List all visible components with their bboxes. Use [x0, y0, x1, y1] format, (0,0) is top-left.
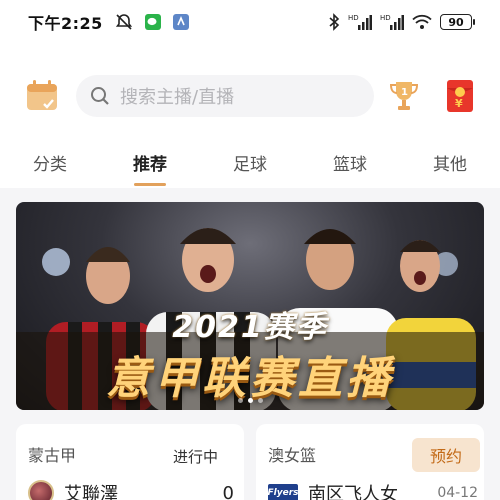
signal-1-tag: HD — [348, 14, 359, 22]
category-tabs: 分类 推荐 足球 篮球 其他 — [0, 142, 500, 188]
team-row: Flyers 南区飞人女 04-12 — [268, 480, 478, 500]
match-card-live[interactable]: 蒙古甲 进行中 艾聯澤 0 — [16, 424, 244, 500]
search-icon — [90, 86, 110, 106]
book-button[interactable]: 预约 — [412, 438, 480, 472]
signal-icon-2: HD — [380, 13, 404, 31]
carousel-indicator — [16, 398, 484, 403]
carousel-dot[interactable] — [257, 398, 263, 403]
mute-notification-icon — [115, 13, 133, 31]
svg-text:¥: ¥ — [455, 97, 463, 110]
league-name: 蒙古甲 — [28, 446, 77, 465]
status-bar: 下午2:25 HD HD 90 — [0, 0, 500, 44]
tab-football[interactable]: 足球 — [200, 142, 300, 188]
svg-text:1: 1 — [401, 87, 408, 98]
league-name: 澳女篮 — [268, 446, 317, 465]
signal-2-tag: HD — [380, 14, 391, 22]
wechat-icon — [144, 14, 161, 30]
team-name: 艾聯澤 — [64, 484, 118, 500]
calendar-icon[interactable] — [24, 78, 60, 114]
bluetooth-icon — [328, 13, 340, 31]
battery-indicator: 90 — [440, 14, 475, 30]
team-score: 0 — [222, 482, 234, 500]
tab-category[interactable]: 分类 — [0, 142, 100, 188]
promo-banner[interactable]: 2021赛季 意甲联赛直播 — [16, 202, 484, 410]
search-box[interactable]: 搜索主播/直播 — [76, 75, 374, 117]
header-row: 搜索主播/直播 1 ¥ — [0, 72, 500, 120]
banner-season-title: 2021赛季 — [172, 310, 328, 345]
match-date: 04-12 — [437, 485, 478, 500]
team-logo-icon — [28, 480, 54, 500]
team-row: 艾聯澤 0 — [28, 480, 238, 500]
signal-icon-1: HD — [348, 13, 372, 31]
tab-basketball[interactable]: 篮球 — [300, 142, 400, 188]
carousel-dot-active[interactable] — [247, 398, 253, 403]
status-time: 下午2:25 — [28, 14, 103, 33]
search-placeholder: 搜索主播/直播 — [120, 87, 235, 108]
app-notification-icon — [172, 14, 189, 30]
trophy-icon[interactable]: 1 — [388, 79, 420, 113]
tab-other[interactable]: 其他 — [400, 142, 500, 188]
match-card-upcoming[interactable]: 澳女篮 预约 Flyers 南区飞人女 04-12 — [256, 424, 484, 500]
carousel-dot[interactable] — [237, 398, 243, 403]
team-logo-icon: Flyers — [268, 484, 299, 500]
red-envelope-icon[interactable]: ¥ — [444, 78, 476, 114]
tab-recommended[interactable]: 推荐 — [100, 142, 200, 188]
wifi-icon — [412, 14, 432, 30]
match-status: 进行中 — [172, 448, 218, 466]
banner-main-title: 意甲联赛直播 — [106, 353, 394, 404]
team-name: 南区飞人女 — [308, 484, 398, 500]
